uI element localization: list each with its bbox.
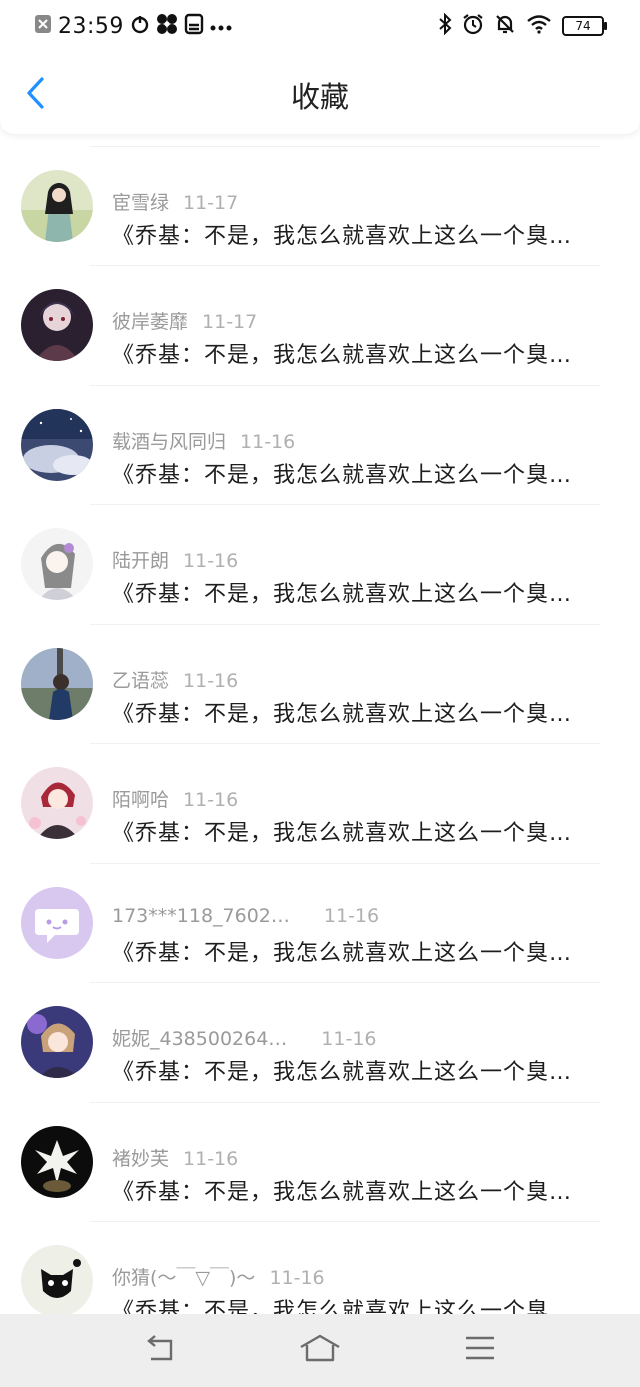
- list-item[interactable]: 妮妮_438500264… 11-16 《乔基：不是，我怎么就喜欢上这么一个臭…: [0, 982, 640, 1102]
- item-date: 11-16: [183, 670, 239, 692]
- list-item[interactable]: 褚妙芙 11-16 《乔基：不是，我怎么就喜欢上这么一个臭…: [0, 1102, 640, 1222]
- avatar[interactable]: [21, 767, 93, 839]
- item-date: 11-17: [202, 311, 258, 333]
- item-meta: 乙语蕊 11-16: [112, 666, 238, 693]
- item-meta: 你猜(〜￣▽￣)〜 11-16: [112, 1263, 325, 1290]
- item-date: 11-17: [183, 192, 239, 214]
- avatar[interactable]: [21, 1006, 93, 1078]
- favorites-list: 宦雪绿 11-17 《乔基：不是，我怎么就喜欢上这么一个臭… 彼岸萎靡 11-17 …: [0, 134, 640, 1314]
- list-item[interactable]: 173***118_7602… 11-16 《乔基：不是，我怎么就喜欢上这么一个臭…: [0, 863, 640, 983]
- item-message: 《乔基：不是，我怎么就喜欢上这么一个臭…: [112, 582, 573, 607]
- item-name[interactable]: 陆开朗: [112, 550, 169, 572]
- list-item[interactable]: 载酒与风同归 11-16 《乔基：不是，我怎么就喜欢上这么一个臭…: [0, 385, 640, 505]
- status-time: 23:59: [58, 13, 124, 39]
- list-item[interactable]: 宦雪绿 11-17 《乔基：不是，我怎么就喜欢上这么一个臭…: [0, 146, 640, 266]
- menu-icon: [463, 1334, 497, 1366]
- item-date: 11-16: [321, 1028, 377, 1050]
- avatar[interactable]: [21, 887, 93, 959]
- item-message: 《乔基：不是，我怎么就喜欢上这么一个臭…: [112, 821, 573, 846]
- system-nav-bar: [0, 1314, 640, 1387]
- item-date: 11-16: [323, 905, 380, 927]
- item-meta: 陆开朗 11-16: [112, 546, 238, 573]
- nav-home-button[interactable]: [290, 1330, 350, 1370]
- item-meta: 彼岸萎靡 11-17: [112, 307, 257, 334]
- power-sync-icon: [130, 14, 150, 38]
- sim-card-icon: [184, 13, 204, 39]
- avatar[interactable]: [21, 409, 93, 481]
- more-dots-icon: [210, 17, 232, 36]
- list-item[interactable]: 你猜(〜￣▽￣)〜 11-16 《乔基：不是，我怎么就喜欢上这么一个臭…: [0, 1221, 640, 1314]
- item-message: 《乔基：不是，我怎么就喜欢上这么一个臭…: [112, 343, 573, 368]
- item-meta: 褚妙芙 11-16: [112, 1144, 238, 1171]
- item-name[interactable]: 褚妙芙: [112, 1148, 169, 1170]
- avatar[interactable]: [21, 289, 93, 361]
- item-date: 11-16: [183, 789, 239, 811]
- item-message: 《乔基：不是，我怎么就喜欢上这么一个臭…: [112, 702, 573, 727]
- home-icon: [298, 1333, 342, 1367]
- item-name[interactable]: 陌啊哈: [112, 789, 169, 811]
- item-message: 《乔基：不是，我怎么就喜欢上这么一个臭…: [112, 1180, 573, 1205]
- avatar[interactable]: [21, 170, 93, 242]
- item-date: 11-16: [183, 550, 239, 572]
- item-date: 11-16: [269, 1267, 325, 1289]
- item-name[interactable]: 乙语蕊: [112, 670, 169, 692]
- nav-back-button[interactable]: [130, 1330, 190, 1370]
- item-name[interactable]: 宦雪绿: [112, 192, 169, 214]
- item-name[interactable]: 你猜(〜￣▽￣)〜: [112, 1267, 255, 1289]
- item-name[interactable]: 彼岸萎靡: [112, 311, 188, 333]
- avatar[interactable]: [21, 648, 93, 720]
- item-name[interactable]: 载酒与风同归: [112, 431, 226, 453]
- wifi-icon: [526, 14, 552, 38]
- item-message: 《乔基：不是，我怎么就喜欢上这么一个臭…: [112, 463, 573, 488]
- item-name[interactable]: 妮妮_438500264…: [112, 1028, 287, 1050]
- item-message: 《乔基：不是，我怎么就喜欢上这么一个臭…: [112, 941, 573, 966]
- item-date: 11-16: [183, 1148, 239, 1170]
- avatar[interactable]: [21, 1126, 93, 1198]
- item-meta: 宦雪绿 11-17: [112, 188, 238, 215]
- item-meta: 载酒与风同归 11-16: [112, 427, 295, 454]
- battery-icon: 74: [562, 16, 607, 36]
- mute-bell-icon: [494, 13, 516, 39]
- alarm-icon: [462, 13, 484, 39]
- avatar[interactable]: [21, 1245, 93, 1314]
- item-name[interactable]: 173***118_7602…: [112, 905, 290, 927]
- page-title: 收藏: [290, 80, 349, 114]
- back-arrow-icon: [143, 1333, 177, 1367]
- list-item[interactable]: 乙语蕊 11-16 《乔基：不是，我怎么就喜欢上这么一个臭…: [0, 624, 640, 744]
- item-date: 11-16: [240, 431, 296, 453]
- nav-menu-button[interactable]: [450, 1330, 510, 1370]
- bluetooth-icon: [438, 12, 452, 39]
- item-meta: 陌啊哈 11-16: [112, 785, 238, 812]
- avatar[interactable]: [21, 528, 93, 600]
- list-item[interactable]: 陆开朗 11-16 《乔基：不是，我怎么就喜欢上这么一个臭…: [0, 504, 640, 624]
- battery-level: 74: [575, 19, 591, 33]
- status-bar: 23:59 74: [0, 0, 640, 52]
- list-item[interactable]: 陌啊哈 11-16 《乔基：不是，我怎么就喜欢上这么一个臭…: [0, 743, 640, 863]
- close-box-icon: [34, 14, 52, 38]
- fan-icon: [156, 13, 178, 39]
- item-message: 《乔基：不是，我怎么就喜欢上这么一个臭…: [112, 224, 573, 249]
- list-item[interactable]: 彼岸萎靡 11-17 《乔基：不是，我怎么就喜欢上这么一个臭…: [0, 265, 640, 385]
- item-message: 《乔基：不是，我怎么就喜欢上这么一个臭…: [112, 1299, 573, 1314]
- header-bar: 收藏: [0, 52, 640, 134]
- item-meta: 妮妮_438500264… 11-16: [112, 1024, 377, 1051]
- item-meta: 173***118_7602… 11-16: [112, 905, 379, 927]
- item-message: 《乔基：不是，我怎么就喜欢上这么一个臭…: [112, 1060, 573, 1085]
